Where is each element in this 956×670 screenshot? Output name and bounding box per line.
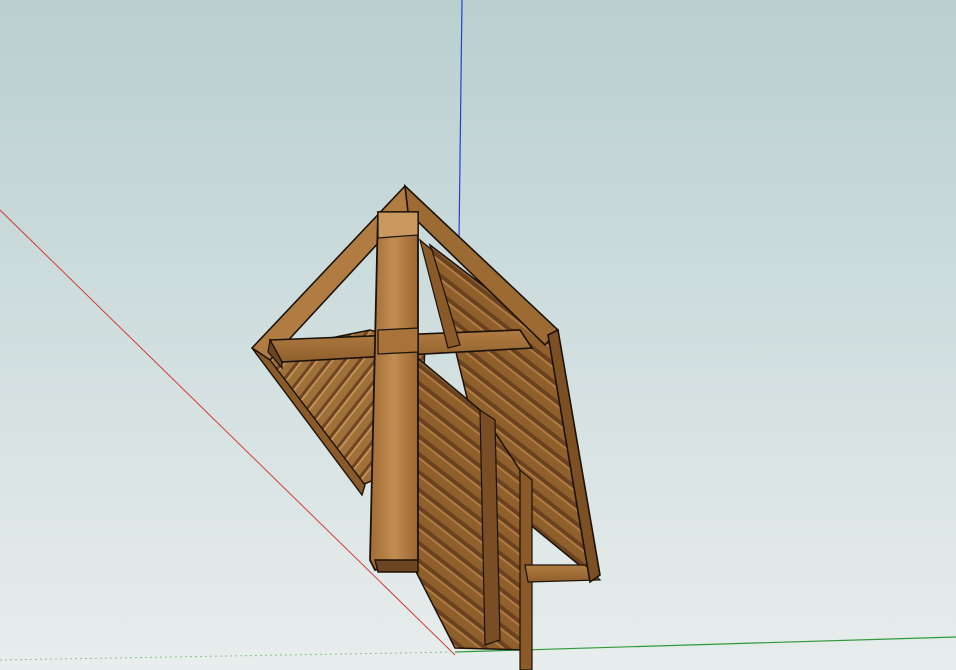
3d-scene[interactable] — [0, 0, 956, 670]
cross-beam-vertical — [369, 211, 419, 573]
modeling-viewport[interactable] — [0, 0, 956, 670]
